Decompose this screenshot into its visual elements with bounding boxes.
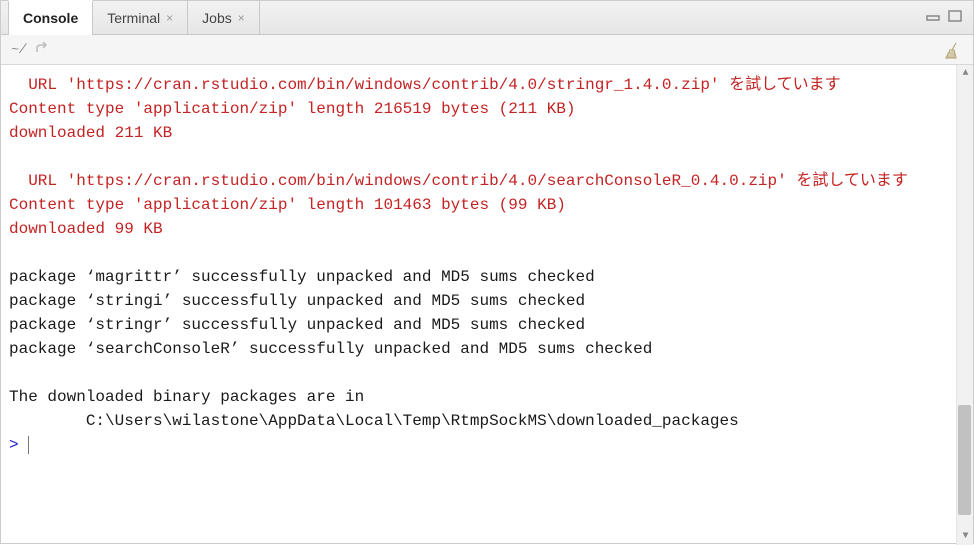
working-directory: ~/: [11, 42, 27, 57]
scroll-down-button[interactable]: ▼: [957, 528, 973, 545]
output-line: Content type 'application/zip' length 21…: [9, 100, 576, 118]
close-icon[interactable]: ×: [166, 11, 173, 25]
tab-terminal[interactable]: Terminal ×: [93, 1, 188, 35]
minimize-button[interactable]: [923, 7, 943, 25]
tab-bar: Console Terminal × Jobs ×: [1, 1, 973, 35]
share-icon[interactable]: [35, 41, 51, 59]
scroll-up-button[interactable]: ▲: [957, 65, 973, 82]
tab-console-label: Console: [23, 10, 78, 26]
tab-jobs[interactable]: Jobs ×: [188, 1, 260, 35]
output-line: downloaded 211 KB: [9, 124, 172, 142]
close-icon[interactable]: ×: [238, 11, 245, 25]
output-line: package ‘stringi’ successfully unpacked …: [9, 292, 585, 310]
scrollbar[interactable]: ▲ ▼: [956, 65, 973, 545]
output-line: package ‘searchConsoleR’ successfully un…: [9, 340, 652, 358]
output-line: The downloaded binary packages are in: [9, 388, 364, 406]
maximize-button[interactable]: [945, 7, 965, 25]
output-line: Content type 'application/zip' length 10…: [9, 196, 566, 214]
output-line: URL 'https://cran.rstudio.com/bin/window…: [9, 76, 841, 94]
output-line: package ‘stringr’ successfully unpacked …: [9, 316, 585, 334]
window-controls: [923, 7, 965, 25]
output-line: C:\Users\wilastone\AppData\Local\Temp\Rt…: [9, 412, 739, 430]
tab-terminal-label: Terminal: [107, 10, 160, 26]
cursor: [28, 436, 29, 454]
console-toolbar: ~/: [1, 35, 973, 65]
output-line: URL 'https://cran.rstudio.com/bin/window…: [9, 172, 908, 190]
tab-console[interactable]: Console: [8, 0, 93, 35]
console-prompt[interactable]: >: [9, 436, 28, 454]
output-line: downloaded 99 KB: [9, 220, 163, 238]
console-output[interactable]: URL 'https://cran.rstudio.com/bin/window…: [1, 65, 973, 545]
tab-jobs-label: Jobs: [202, 10, 232, 26]
clear-console-button[interactable]: [943, 40, 963, 64]
console-body: URL 'https://cran.rstudio.com/bin/window…: [1, 65, 973, 545]
output-line: package ‘magrittr’ successfully unpacked…: [9, 268, 595, 286]
scroll-thumb[interactable]: [958, 405, 971, 515]
